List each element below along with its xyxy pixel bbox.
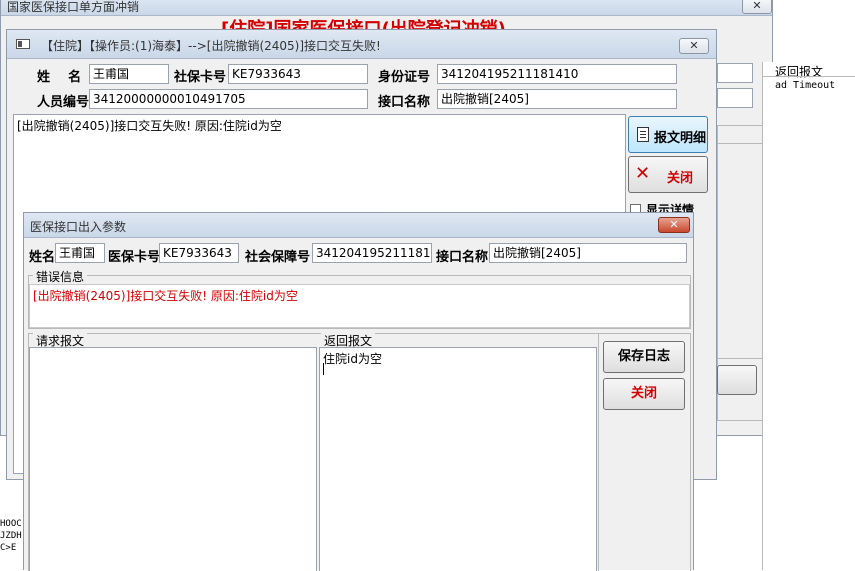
param-name-label: 姓名 xyxy=(29,250,56,265)
param-iface-label: 接口名称 xyxy=(436,250,489,265)
main-close-button[interactable]: ✕ xyxy=(679,38,709,54)
param-name-field[interactable]: 王甫国 xyxy=(55,243,105,263)
window-app-icon xyxy=(16,39,30,49)
background-close-button[interactable]: ✕ xyxy=(742,0,772,14)
param-window: 医保接口出入参数 ✕ 姓名 王甫国 医保卡号 KE7933643 社会保障号 3… xyxy=(23,212,694,571)
param-close-action-button[interactable]: 关闭 xyxy=(603,378,685,410)
background-button[interactable] xyxy=(717,365,757,395)
document-icon xyxy=(637,127,649,142)
console-line: C>E xyxy=(0,543,17,553)
id-label: 身份证号 xyxy=(378,70,431,85)
param-ssn-field[interactable]: 341204195211181410 xyxy=(312,243,432,263)
save-log-button[interactable]: 保存日志 xyxy=(603,341,685,373)
detail-button[interactable]: 报文明细 xyxy=(628,116,708,153)
error-group-label: 错误信息 xyxy=(33,268,88,285)
background-window-title: 国家医保接口单方面冲销 xyxy=(7,0,140,14)
param-iface-field[interactable]: 出院撤销[2405] xyxy=(489,243,687,263)
response-text[interactable]: 住院id为空 xyxy=(319,347,597,571)
right-edge-panel: 返回报文 ad Timeout xyxy=(762,62,855,570)
console-line: JZDH xyxy=(0,531,22,541)
card-field[interactable]: KE7933643 xyxy=(228,64,368,84)
iface-label: 接口名称 xyxy=(378,95,431,110)
main-close-action-button[interactable]: ✕ 关闭 xyxy=(628,156,708,193)
param-close-button[interactable]: ✕ xyxy=(658,217,690,233)
person-field[interactable]: 34120000000010491705 xyxy=(89,89,368,109)
main-close-action-label: 关闭 xyxy=(667,171,694,186)
left-edge-console: HOOC JZDH C>E xyxy=(0,518,24,570)
param-titlebar: 医保接口出入参数 ✕ xyxy=(24,213,693,238)
card-label: 社保卡号 xyxy=(174,70,227,85)
iface-field[interactable]: 出院撤销[2405] xyxy=(437,89,677,109)
right-edge-text: ad Timeout xyxy=(775,80,836,91)
detail-button-label: 报文明细 xyxy=(654,131,707,146)
text-caret xyxy=(323,363,324,375)
name-label: 姓 名 xyxy=(37,70,82,85)
console-line: HOOC xyxy=(0,519,22,529)
param-card-label: 医保卡号 xyxy=(108,250,161,265)
param-window-title: 医保接口出入参数 xyxy=(30,220,127,234)
request-text[interactable] xyxy=(29,347,317,571)
param-card-field[interactable]: KE7933643 xyxy=(159,243,239,263)
name-field[interactable]: 王甫国 xyxy=(89,64,169,84)
error-text[interactable]: [出院撤销(2405)]接口交互失败! 原因:住院id为空 xyxy=(29,284,690,328)
id-field[interactable]: 341204195211181410 xyxy=(437,64,677,84)
main-window-title: 【住院】【操作员:(1)海泰】-->[出院撤销(2405)]接口交互失败! xyxy=(41,39,381,53)
param-ssn-label: 社会保障号 xyxy=(245,250,311,265)
background-field-2 xyxy=(717,88,753,108)
background-field-1 xyxy=(717,63,753,83)
right-edge-label: 返回报文 xyxy=(775,65,824,79)
background-titlebar: 国家医保接口单方面冲销 ✕ xyxy=(1,0,772,16)
main-titlebar: 【住院】【操作员:(1)海泰】-->[出院撤销(2405)]接口交互失败! ✕ xyxy=(7,30,716,59)
close-x-icon: ✕ xyxy=(635,163,651,184)
person-label: 人员编号 xyxy=(37,95,90,110)
right-edge-divider xyxy=(763,76,855,77)
